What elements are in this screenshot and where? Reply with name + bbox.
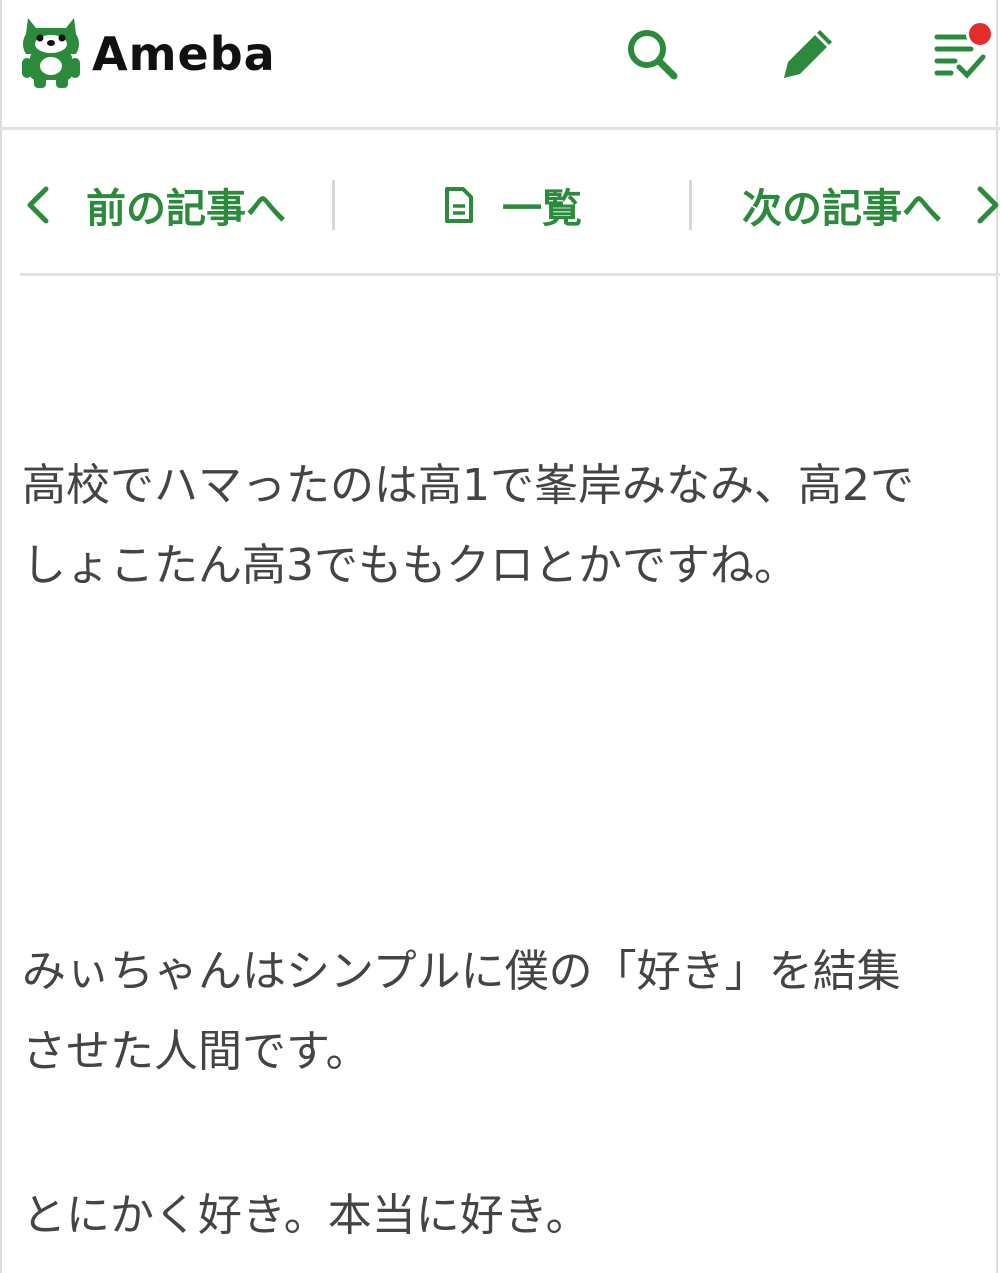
reader-list-button[interactable]	[928, 20, 994, 86]
article-list-label: 一覧	[502, 186, 582, 232]
article-navigation: 前の記事へ 一覧 次の記事へ	[20, 134, 1000, 276]
next-article-link[interactable]: 次の記事へ	[742, 134, 1000, 276]
paragraph-line: 高校でハマったのは高1で峯岸みなみ、高2で	[22, 460, 914, 511]
next-article-label: 次の記事へ	[742, 186, 942, 232]
search-icon	[628, 30, 678, 80]
previous-article-link[interactable]: 前の記事へ	[26, 134, 286, 276]
paragraph-line: とにかく好き。本当に好き。	[22, 1190, 590, 1241]
nav-divider	[332, 180, 335, 230]
ameba-mascot-icon	[22, 18, 80, 88]
previous-article-label: 前の記事へ	[86, 186, 286, 232]
article-paragraph: みぃちゃんはシンプルに僕の「好き」を結集 させた人間です。	[22, 932, 997, 1092]
pencil-icon	[784, 30, 832, 78]
write-post-button[interactable]	[776, 22, 840, 86]
ameba-logo[interactable]: Ameba	[20, 14, 276, 90]
article-list-link[interactable]: 一覧	[444, 134, 582, 276]
app-header: Ameba	[0, 0, 1000, 130]
chevron-left-icon	[27, 186, 49, 224]
article-paragraph: とにかく好き。本当に好き。	[22, 1176, 997, 1256]
paragraph-line: しょこたん高3でももクロとかですね。	[22, 540, 798, 591]
chevron-right-icon	[977, 186, 999, 224]
logo-text: Ameba	[92, 27, 276, 81]
search-button[interactable]	[620, 22, 684, 86]
notification-badge	[966, 20, 994, 48]
document-icon	[445, 187, 473, 223]
paragraph-line: みぃちゃんはシンプルに僕の「好き」を結集	[22, 946, 901, 997]
paragraph-line: させた人間です。	[22, 1026, 370, 1077]
article-paragraph: 高校でハマったのは高1で峯岸みなみ、高2で しょこたん高3でももクロとかですね。	[22, 446, 997, 606]
nav-divider	[689, 180, 692, 230]
